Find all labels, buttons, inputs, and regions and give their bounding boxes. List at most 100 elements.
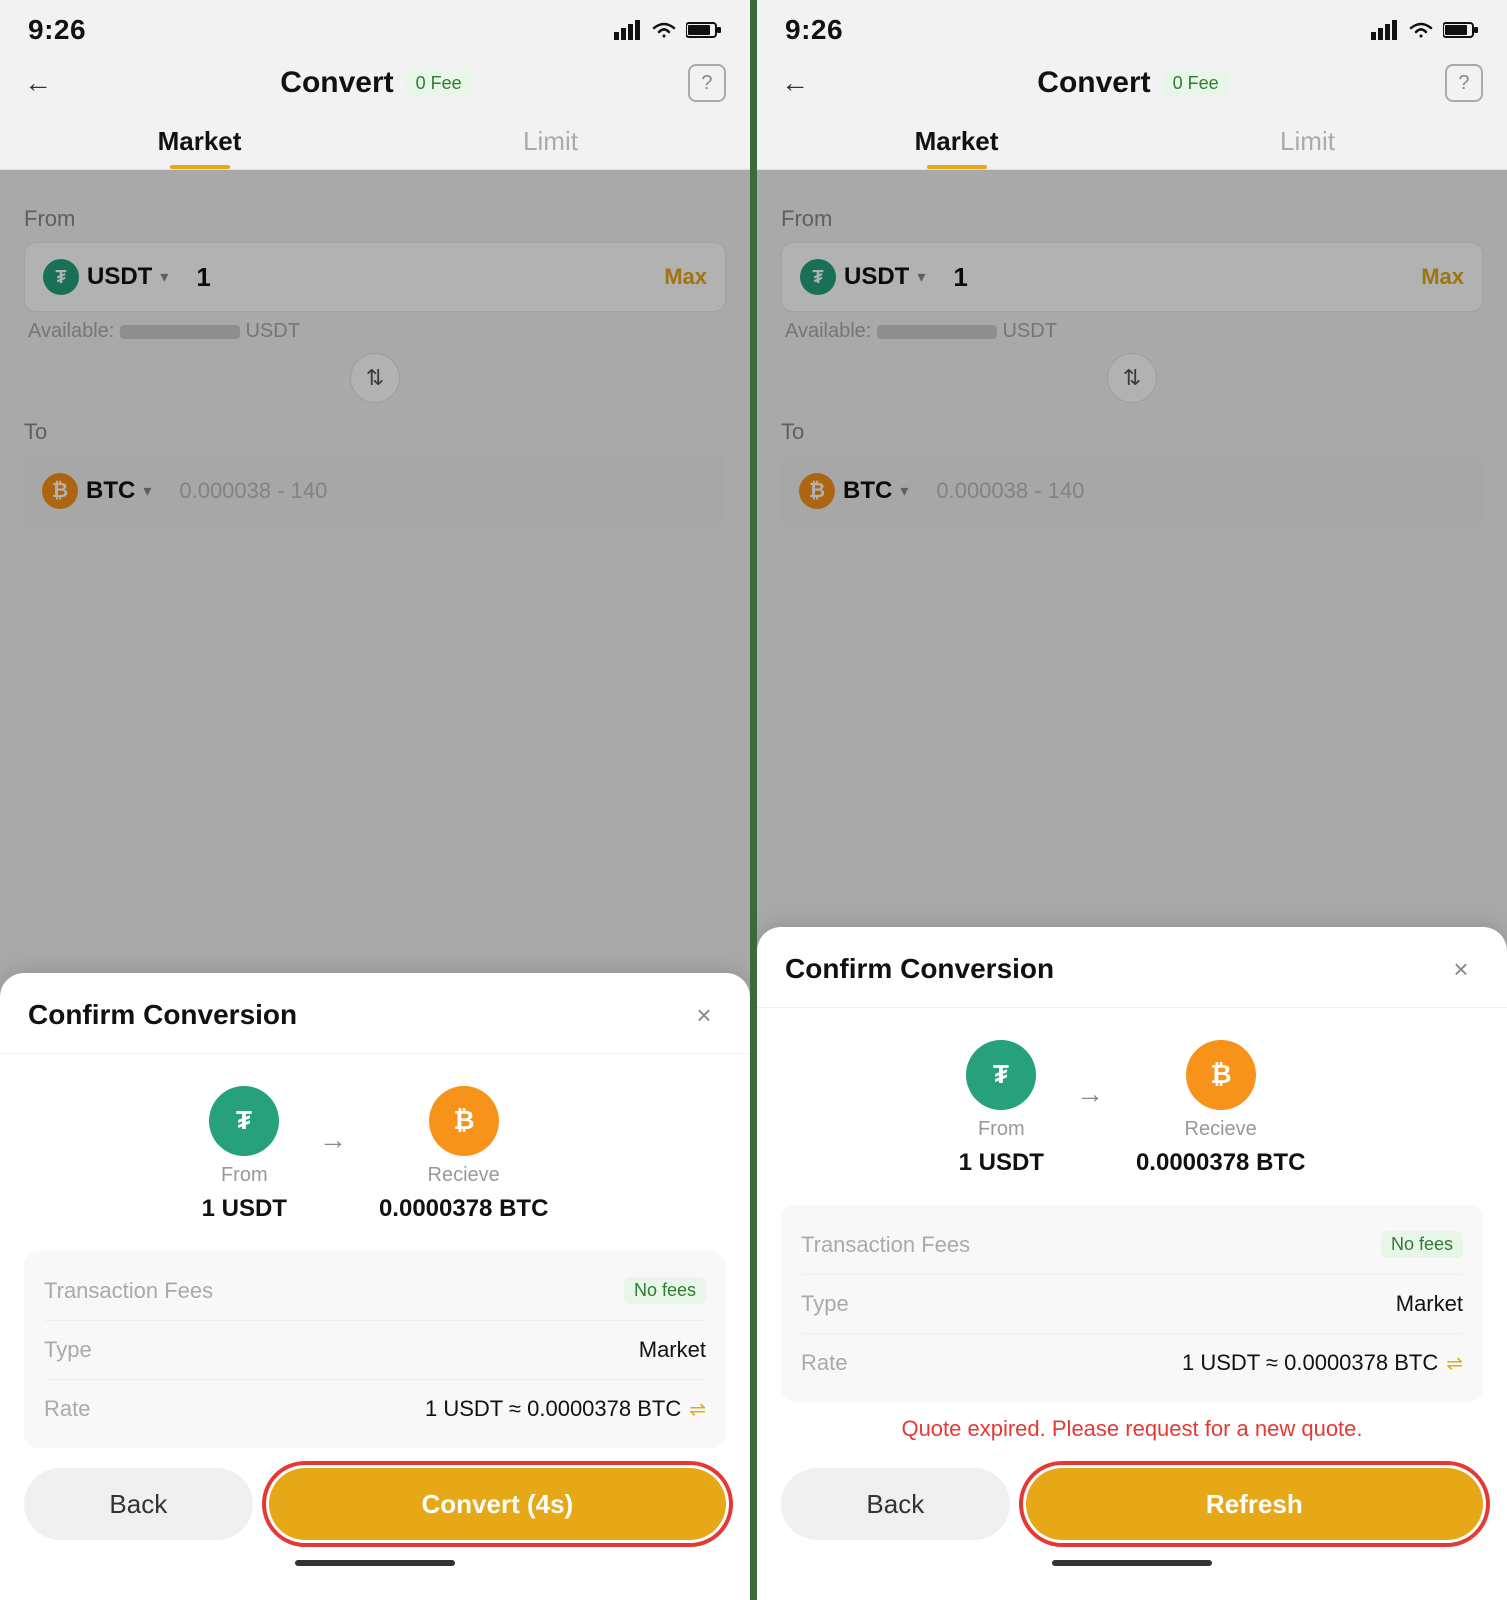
tab-market-right[interactable]: Market bbox=[781, 112, 1132, 169]
action-buttons-right: Back Refresh bbox=[757, 1448, 1507, 1550]
back-button-sheet-left[interactable]: Back bbox=[24, 1468, 253, 1540]
to-coin-amount-left: 0.0000378 BTC bbox=[379, 1195, 548, 1223]
sheet-title-left: Confirm Conversion bbox=[28, 999, 297, 1031]
home-indicator-left bbox=[0, 1550, 750, 1570]
status-icons-right bbox=[1371, 20, 1479, 40]
svg-text:₿: ₿ bbox=[1210, 1059, 1231, 1089]
convert-button-left[interactable]: Convert (4s) bbox=[269, 1468, 726, 1540]
conversion-display-left: ₮ From 1 USDT → ₿ Recieve 0.0000378 BTC bbox=[0, 1054, 750, 1251]
fees-value-right: No fees bbox=[1381, 1231, 1463, 1258]
main-content-left: From ₮ USDT ▾ 1 Max Available: USDT ⇅ To bbox=[0, 170, 750, 1600]
back-button-sheet-right[interactable]: Back bbox=[781, 1468, 1010, 1540]
to-coin-icon-left: ₿ bbox=[429, 1086, 499, 1156]
status-bar-left: 9:26 bbox=[0, 0, 750, 54]
rate-label-left: Rate bbox=[44, 1396, 90, 1422]
type-value-right: Market bbox=[1396, 1291, 1463, 1317]
panel-divider bbox=[750, 0, 757, 1600]
svg-text:₮: ₮ bbox=[236, 1105, 252, 1135]
page-title-left: Convert bbox=[280, 66, 393, 100]
tab-limit-left[interactable]: Limit bbox=[375, 112, 726, 169]
quote-expired-text: Quote expired. Please request for a new … bbox=[757, 1402, 1507, 1448]
refresh-button-right[interactable]: Refresh bbox=[1026, 1468, 1483, 1540]
rate-value-right: 1 USDT ≈ 0.0000378 BTC ⇌ bbox=[1182, 1350, 1463, 1376]
fees-label-right: Transaction Fees bbox=[801, 1232, 970, 1258]
type-label-right: Type bbox=[801, 1291, 849, 1317]
tab-limit-right[interactable]: Limit bbox=[1132, 112, 1483, 169]
home-bar-right bbox=[1052, 1560, 1212, 1566]
wifi-icon-right bbox=[1407, 20, 1435, 40]
from-coin-amount-left: 1 USDT bbox=[202, 1195, 287, 1223]
app-header-left: ← Convert 0 Fee ? bbox=[0, 54, 750, 112]
tabs-left: Market Limit bbox=[0, 112, 750, 170]
detail-row-fees-left: Transaction Fees No fees bbox=[44, 1261, 706, 1321]
from-coin-label-right: From bbox=[978, 1118, 1025, 1141]
page-title-right: Convert bbox=[1037, 66, 1150, 100]
rate-swap-icon-right: ⇌ bbox=[1446, 1351, 1463, 1376]
right-phone-panel: 9:26 ← Convert 0 Fee bbox=[757, 0, 1507, 1600]
to-coin-icon-right: ₿ bbox=[1186, 1040, 1256, 1110]
header-title-area-right: Convert 0 Fee bbox=[1037, 66, 1228, 100]
action-buttons-left: Back Convert (4s) bbox=[0, 1448, 750, 1550]
fees-label-left: Transaction Fees bbox=[44, 1278, 213, 1304]
rate-value-left: 1 USDT ≈ 0.0000378 BTC ⇌ bbox=[425, 1396, 706, 1422]
conversion-arrow-right: → bbox=[1076, 1078, 1104, 1110]
sheet-header-right: Confirm Conversion × bbox=[757, 927, 1507, 1008]
from-coin-label-left: From bbox=[221, 1164, 268, 1187]
fee-badge-left: 0 Fee bbox=[406, 70, 472, 97]
rate-swap-icon-left: ⇌ bbox=[689, 1397, 706, 1422]
detail-row-rate-right: Rate 1 USDT ≈ 0.0000378 BTC ⇌ bbox=[801, 1334, 1463, 1392]
status-bar-right: 9:26 bbox=[757, 0, 1507, 54]
home-bar-left bbox=[295, 1560, 455, 1566]
battery-icon-left bbox=[686, 20, 722, 40]
svg-text:₿: ₿ bbox=[453, 1105, 474, 1135]
to-coin-display-right: ₿ Recieve 0.0000378 BTC bbox=[1136, 1040, 1305, 1177]
signal-icon-left bbox=[614, 20, 642, 40]
details-section-right: Transaction Fees No fees Type Market Rat… bbox=[781, 1205, 1483, 1402]
signal-icon-right bbox=[1371, 20, 1399, 40]
battery-icon-right bbox=[1443, 20, 1479, 40]
sheet-title-right: Confirm Conversion bbox=[785, 953, 1054, 985]
to-coin-label-left: Recieve bbox=[428, 1164, 500, 1187]
bottom-sheet-right: Confirm Conversion × ₮ From 1 USDT → bbox=[757, 927, 1507, 1600]
sheet-header-left: Confirm Conversion × bbox=[0, 973, 750, 1054]
from-coin-icon-right: ₮ bbox=[966, 1040, 1036, 1110]
to-coin-amount-right: 0.0000378 BTC bbox=[1136, 1149, 1305, 1177]
back-button-right[interactable]: ← bbox=[781, 67, 821, 99]
from-coin-amount-right: 1 USDT bbox=[959, 1149, 1044, 1177]
detail-row-fees-right: Transaction Fees No fees bbox=[801, 1215, 1463, 1275]
detail-row-rate-left: Rate 1 USDT ≈ 0.0000378 BTC ⇌ bbox=[44, 1380, 706, 1438]
svg-text:₮: ₮ bbox=[993, 1059, 1009, 1089]
help-button-right[interactable]: ? bbox=[1445, 64, 1483, 102]
type-label-left: Type bbox=[44, 1337, 92, 1363]
sheet-close-right[interactable]: × bbox=[1443, 951, 1479, 987]
tab-market-left[interactable]: Market bbox=[24, 112, 375, 169]
main-content-right: From ₮ USDT ▾ 1 Max Available: USDT ⇅ To bbox=[757, 170, 1507, 1600]
to-coin-label-right: Recieve bbox=[1185, 1118, 1257, 1141]
help-button-left[interactable]: ? bbox=[688, 64, 726, 102]
rate-label-right: Rate bbox=[801, 1350, 847, 1376]
status-time-right: 9:26 bbox=[785, 14, 843, 46]
app-header-right: ← Convert 0 Fee ? bbox=[757, 54, 1507, 112]
type-value-left: Market bbox=[639, 1337, 706, 1363]
from-coin-icon-left: ₮ bbox=[209, 1086, 279, 1156]
fees-value-left: No fees bbox=[624, 1277, 706, 1304]
from-coin-display-right: ₮ From 1 USDT bbox=[959, 1040, 1044, 1177]
no-fees-badge-right: No fees bbox=[1381, 1231, 1463, 1258]
no-fees-badge-left: No fees bbox=[624, 1277, 706, 1304]
fee-badge-right: 0 Fee bbox=[1163, 70, 1229, 97]
details-section-left: Transaction Fees No fees Type Market Rat… bbox=[24, 1251, 726, 1448]
home-indicator-right bbox=[757, 1550, 1507, 1570]
status-icons-left bbox=[614, 20, 722, 40]
from-coin-display-left: ₮ From 1 USDT bbox=[202, 1086, 287, 1223]
left-phone-panel: 9:26 ← Convert 0 Fee bbox=[0, 0, 750, 1600]
tabs-right: Market Limit bbox=[757, 112, 1507, 170]
detail-row-type-right: Type Market bbox=[801, 1275, 1463, 1334]
to-coin-display-left: ₿ Recieve 0.0000378 BTC bbox=[379, 1086, 548, 1223]
back-button-left[interactable]: ← bbox=[24, 67, 64, 99]
detail-row-type-left: Type Market bbox=[44, 1321, 706, 1380]
bottom-sheet-left: Confirm Conversion × ₮ From 1 USDT → bbox=[0, 973, 750, 1600]
sheet-close-left[interactable]: × bbox=[686, 997, 722, 1033]
header-title-area-left: Convert 0 Fee bbox=[280, 66, 471, 100]
status-time-left: 9:26 bbox=[28, 14, 86, 46]
conversion-display-right: ₮ From 1 USDT → ₿ Recieve 0.0000378 BTC bbox=[757, 1008, 1507, 1205]
